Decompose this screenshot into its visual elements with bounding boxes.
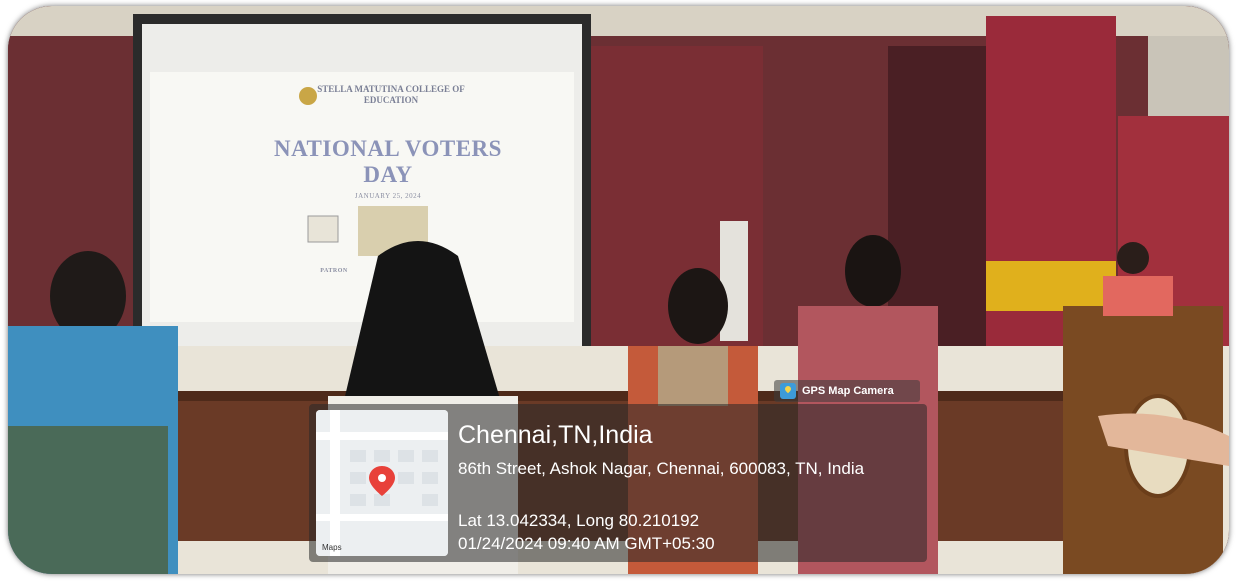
speaker-saree (1103, 276, 1173, 316)
ballot-paper (307, 215, 339, 243)
map-graphic (316, 410, 448, 556)
gps-timestamp: 01/24/2024 09:40 AM GMT+05:30 (458, 534, 715, 553)
gps-address: 86th Street, Ashok Nagar, Chennai, 60008… (458, 459, 865, 478)
slide-title: NATIONAL VOTERS DAY (274, 136, 502, 187)
speaker-head (1117, 242, 1149, 274)
map-thumbnail: Maps (316, 410, 448, 556)
slide-college-name: STELLA MATUTINA COLLEGE OF EDUCATION (317, 84, 465, 105)
curtain-yellow-band (986, 261, 1116, 311)
wall-fan-area (1148, 36, 1229, 116)
maps-attribution: Maps (322, 543, 342, 552)
gps-camera-badge: GPS Map Camera (774, 380, 920, 402)
slide-patron: PATRON (320, 268, 348, 274)
gps-city: Chennai,TN,India (458, 421, 653, 449)
gps-coordinates: Lat 13.042334, Long 80.210192 (458, 511, 700, 530)
slide-date: JANUARY 25, 2024 (354, 192, 422, 200)
gps-map-camera-icon (780, 383, 796, 399)
gps-badge-label: GPS Map Camera (802, 385, 894, 397)
